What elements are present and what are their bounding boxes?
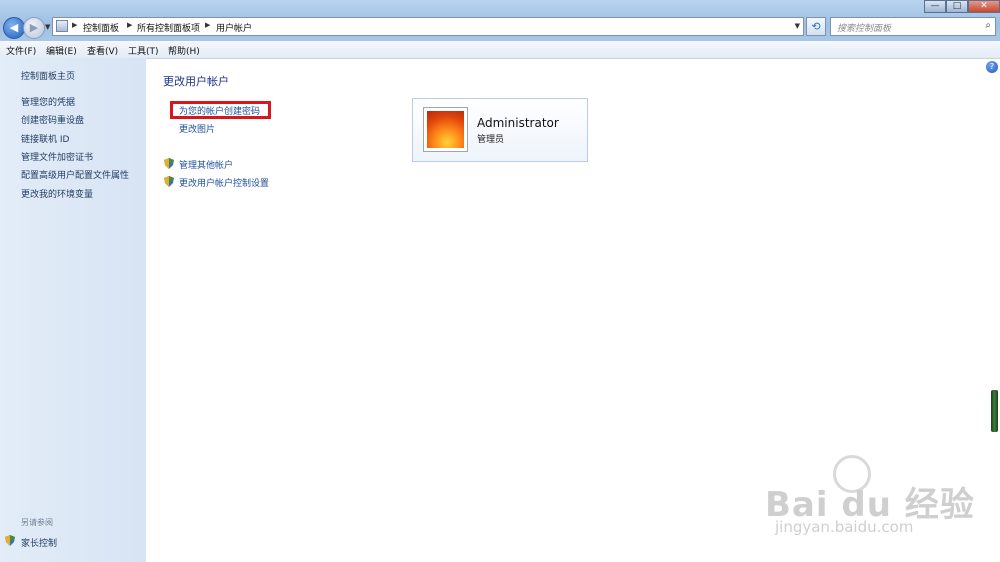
watermark: Bai du 经验 jingyan.baidu.com	[765, 455, 995, 545]
see-also-label: 另请参阅	[21, 518, 53, 527]
menu-file[interactable]: 文件(F)	[6, 44, 36, 57]
refresh-icon: ⟲	[811, 20, 821, 33]
address-bar[interactable]: ▶ 控制面板 ▶ 所有控制面板项 ▶ 用户帐户 ▼	[52, 17, 804, 36]
minimize-button[interactable]: —	[924, 0, 946, 13]
shield-icon	[164, 158, 174, 169]
highlight-box	[170, 101, 271, 119]
history-dropdown-icon[interactable]: ▼	[45, 23, 50, 31]
menu-view[interactable]: 查看(V)	[87, 44, 118, 57]
control-panel-home-link[interactable]: 控制面板主页	[21, 69, 75, 82]
maximize-button[interactable]: □	[946, 0, 968, 13]
link-online-id-link[interactable]: 链接联机 ID	[21, 132, 69, 145]
back-button[interactable]: ◀	[3, 17, 25, 39]
refresh-button[interactable]: ⟲	[806, 17, 826, 36]
arrow-right-icon: ▶	[29, 21, 39, 34]
change-picture-link[interactable]: 更改图片	[179, 122, 215, 135]
account-role: 管理员	[477, 135, 505, 145]
manage-credentials-link[interactable]: 管理您的凭据	[21, 95, 75, 108]
breadcrumb-separator-icon[interactable]: ▶	[72, 21, 77, 29]
close-button[interactable]: ✕	[968, 0, 1000, 13]
scrollbar-thumb[interactable]	[991, 390, 998, 432]
shield-icon	[164, 176, 174, 187]
control-panel-icon	[56, 20, 68, 32]
avatar	[423, 107, 468, 152]
menu-edit[interactable]: 编辑(E)	[46, 44, 77, 57]
breadcrumb-separator-icon[interactable]: ▶	[127, 21, 132, 29]
breadcrumb-control-panel[interactable]: 控制面板	[83, 21, 119, 34]
breadcrumb-separator-icon[interactable]: ▶	[205, 21, 210, 29]
title-bar: — □ ✕ ◀ ▶ ▼ ▶ 控制面板 ▶ 所有控制面板项 ▶ 用户帐户 ▼ ⟲ …	[0, 0, 1000, 41]
breadcrumb-all-items[interactable]: 所有控制面板项	[137, 21, 200, 34]
breadcrumb-user-accounts[interactable]: 用户帐户	[216, 21, 252, 34]
search-input[interactable]: 搜索控制面板 ⌕	[830, 17, 996, 36]
search-placeholder: 搜索控制面板	[837, 24, 892, 34]
shield-icon	[5, 535, 15, 546]
page-title: 更改用户帐户	[163, 75, 229, 88]
flower-picture-icon	[427, 111, 464, 148]
change-environment-variables-link[interactable]: 更改我的环境变量	[21, 187, 93, 200]
menu-bar: 文件(F) 编辑(E) 查看(V) 工具(T) 帮助(H)	[0, 41, 1000, 59]
manage-encryption-certs-link[interactable]: 管理文件加密证书	[21, 150, 93, 163]
uac-settings-link[interactable]: 更改用户帐户控制设置	[179, 176, 269, 189]
parental-controls-link[interactable]: 家长控制	[21, 536, 57, 549]
menu-tools[interactable]: 工具(T)	[128, 44, 159, 57]
search-icon[interactable]: ⌕	[985, 20, 991, 31]
account-name: Administrator	[477, 116, 559, 130]
menu-help[interactable]: 帮助(H)	[168, 44, 200, 57]
arrow-left-icon: ◀	[9, 21, 19, 34]
help-icon[interactable]: ?	[986, 61, 998, 73]
manage-other-accounts-link[interactable]: 管理其他帐户	[179, 158, 233, 171]
account-card: Administrator 管理员	[412, 98, 588, 162]
watermark-url: jingyan.baidu.com	[775, 518, 914, 536]
advanced-profile-properties-link[interactable]: 配置高级用户配置文件属性	[21, 168, 129, 181]
task-pane: 控制面板主页 管理您的凭据 创建密码重设盘 链接联机 ID 管理文件加密证书 配…	[0, 58, 146, 562]
chevron-down-icon[interactable]: ▼	[795, 22, 800, 30]
forward-button[interactable]: ▶	[23, 17, 45, 39]
create-reset-disk-link[interactable]: 创建密码重设盘	[21, 113, 84, 126]
